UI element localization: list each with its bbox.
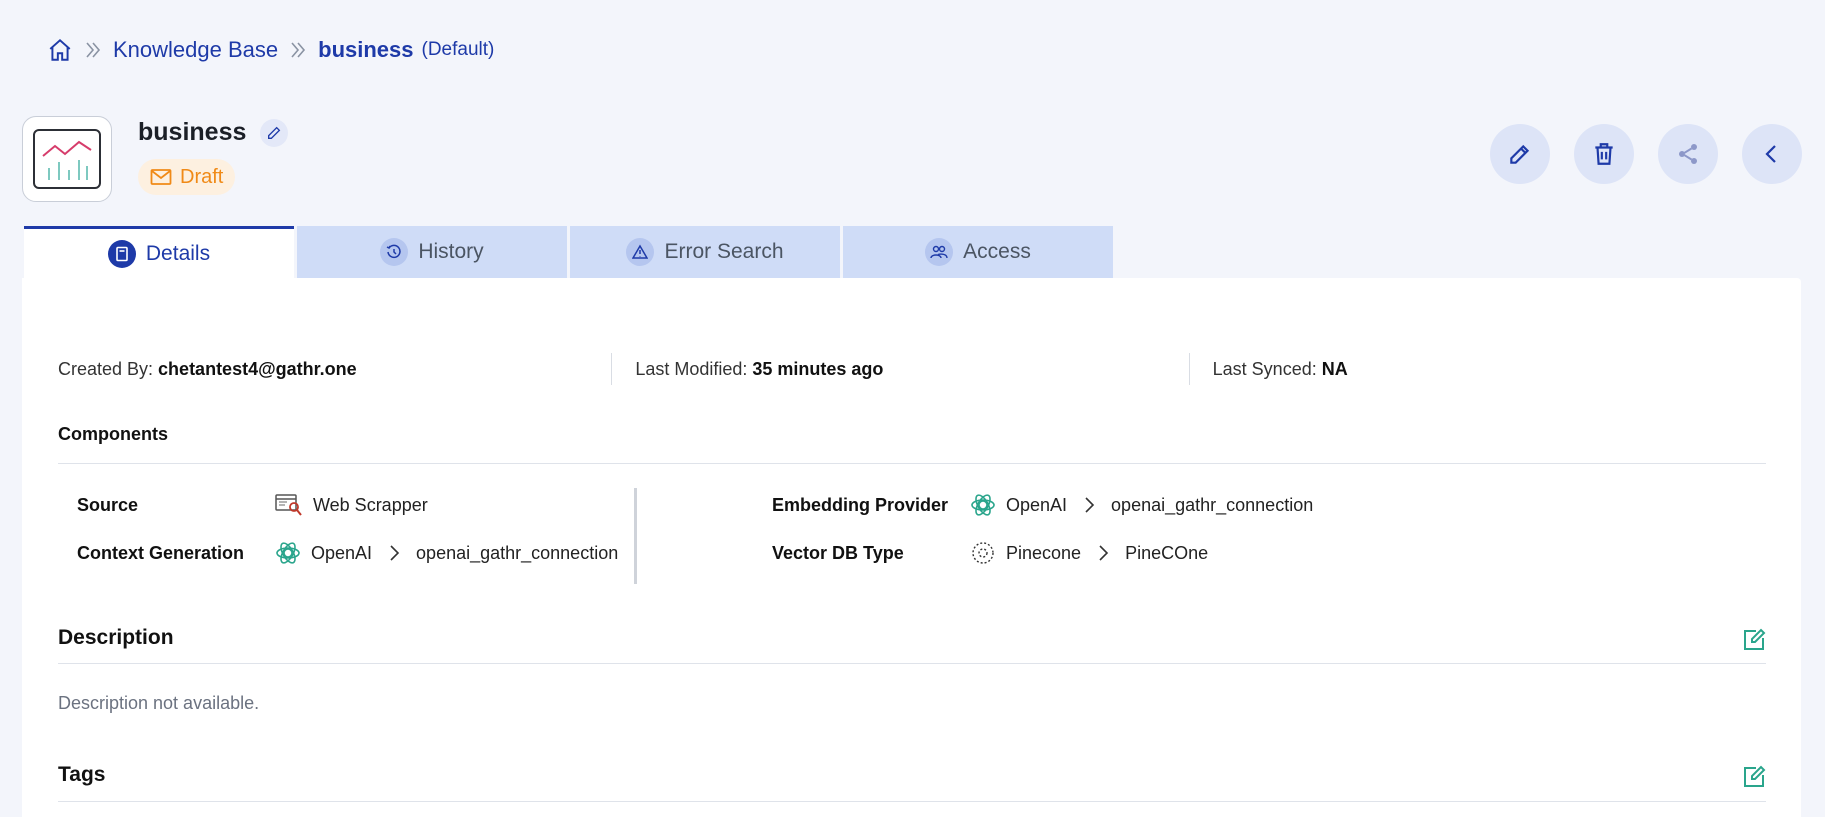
- tab-label: Access: [963, 240, 1031, 263]
- delete-button[interactable]: [1574, 124, 1634, 184]
- edit-description-button[interactable]: [1742, 628, 1766, 657]
- mail-icon: [150, 169, 172, 185]
- chevron-right-icon: [390, 545, 400, 561]
- status-badge: Draft: [138, 159, 236, 195]
- chevron-double-right-icon: [288, 40, 308, 60]
- knowledge-base-logo: [22, 116, 112, 202]
- created-by: Created By: chetantest4@gathr.one: [58, 358, 357, 379]
- edit-square-icon: [1744, 628, 1766, 650]
- chevron-right-icon: [1085, 497, 1095, 513]
- openai-icon: [276, 542, 300, 564]
- vector-db-row: Vector DB Type Pinecone PineCOne: [772, 529, 1313, 577]
- pencil-icon: [1510, 144, 1530, 164]
- document-icon: [107, 239, 136, 268]
- edit-square-icon: [1744, 765, 1766, 787]
- context-provider: OpenAI: [311, 542, 373, 563]
- vectordb-provider: Pinecone: [1006, 542, 1082, 563]
- trash-icon: [1595, 143, 1613, 165]
- history-icon: [380, 238, 409, 266]
- divider: [58, 463, 1766, 464]
- source-value: Web Scrapper: [313, 494, 428, 515]
- tab-label: Error Search: [664, 240, 784, 263]
- tab-history[interactable]: History: [297, 226, 567, 278]
- tab-access[interactable]: Access: [843, 226, 1113, 278]
- divider: [58, 663, 1766, 664]
- breadcrumb-default-label: (Default): [421, 39, 495, 60]
- embedding-connection: openai_gathr_connection: [1111, 494, 1314, 515]
- edit-tags-button[interactable]: [1742, 765, 1766, 794]
- breadcrumb: Knowledge Base business (Default): [47, 37, 494, 63]
- home-icon[interactable]: [47, 37, 73, 63]
- created-by-value: chetantest4@gathr.one: [158, 358, 357, 379]
- components-heading: Components: [58, 424, 168, 444]
- last-synced-value: NA: [1321, 358, 1348, 379]
- tab-label: History: [418, 240, 484, 263]
- description-text: Description not available.: [58, 693, 260, 713]
- description-heading: Description: [58, 626, 174, 649]
- components-divider: [634, 488, 637, 584]
- tags-heading: Tags: [58, 763, 106, 786]
- details-panel: Created By: chetantest4@gathr.one Last M…: [22, 278, 1801, 817]
- context-connection: openai_gathr_connection: [416, 542, 619, 563]
- last-synced: Last Synced: NA: [1188, 353, 1766, 385]
- breadcrumb-knowledge-base[interactable]: Knowledge Base: [113, 37, 278, 63]
- chart-icon: [33, 129, 101, 189]
- tab-label: Details: [145, 241, 211, 265]
- chevron-double-right-icon: [83, 40, 103, 60]
- chevron-right-icon: [1099, 545, 1109, 561]
- openai-icon: [971, 494, 995, 516]
- meta-row: Created By: chetantest4@gathr.one Last M…: [58, 353, 1766, 385]
- share-button[interactable]: [1658, 124, 1718, 184]
- breadcrumb-current: business: [318, 37, 414, 62]
- components-right: Embedding Provider OpenAI openai_gathr_c…: [772, 481, 1313, 577]
- vectordb-connection: PineCOne: [1125, 542, 1209, 563]
- back-button[interactable]: [1742, 124, 1802, 184]
- last-modified: Last Modified: 35 minutes ago: [611, 353, 1188, 385]
- page-title: business: [138, 118, 247, 146]
- warning-icon: [626, 238, 655, 266]
- header-actions: [1490, 124, 1802, 184]
- tab-details[interactable]: Details: [24, 226, 294, 278]
- components-left: Source Web Scrapper Context Generation O…: [77, 481, 618, 577]
- pencil-icon: [268, 126, 281, 139]
- edit-button[interactable]: [1490, 124, 1550, 184]
- last-modified-value: 35 minutes ago: [752, 358, 884, 379]
- share-icon: [1679, 144, 1697, 164]
- embedding-provider: OpenAI: [1006, 494, 1068, 515]
- pinecone-icon: [972, 542, 994, 564]
- context-generation-row: Context Generation OpenAI openai_gathr_c…: [77, 529, 618, 577]
- chevron-left-icon: [1765, 145, 1776, 163]
- divider: [58, 801, 1766, 802]
- edit-title-button[interactable]: [260, 119, 288, 147]
- status-label: Draft: [180, 165, 224, 188]
- users-icon: [925, 238, 954, 266]
- web-scrapper-icon: [275, 494, 302, 516]
- tab-bar: Details History Error Search Access: [24, 226, 1113, 278]
- embedding-provider-row: Embedding Provider OpenAI openai_gathr_c…: [772, 481, 1313, 529]
- tab-error-search[interactable]: Error Search: [570, 226, 840, 278]
- source-row: Source Web Scrapper: [77, 481, 618, 529]
